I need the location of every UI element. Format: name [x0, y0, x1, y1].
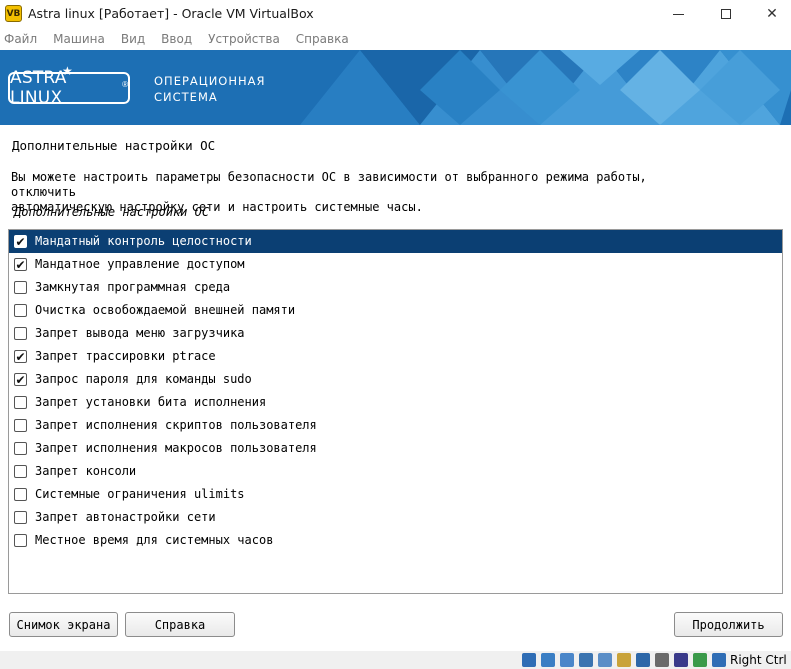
option-label: Запрет установки бита исполнения	[35, 395, 267, 409]
option-label: Запрет автонастройки сети	[35, 510, 216, 524]
checkmark-icon: ✔	[15, 349, 26, 364]
hdd-icon[interactable]	[522, 653, 536, 667]
menu-input[interactable]: Ввод	[161, 32, 192, 46]
window-titlebar: VB Astra linux [Работает] - Oracle VM Vi…	[0, 0, 791, 28]
continue-button[interactable]: Продолжить	[674, 612, 783, 637]
option-label: Запрет трассировки ptrace	[35, 349, 216, 363]
option-checkbox[interactable]: ✔	[14, 350, 27, 363]
logo-star-icon: ★	[62, 64, 73, 78]
option-row[interactable]: Запрет исполнения скриптов пользователя	[9, 414, 782, 437]
option-checkbox[interactable]	[14, 534, 27, 547]
option-checkbox[interactable]	[14, 511, 27, 524]
option-row[interactable]: Замкнутая программная среда	[9, 276, 782, 299]
astra-banner: ASTRA LINUX ® ★ ОПЕРАЦИОННАЯ СИСТЕМА	[0, 50, 791, 125]
option-checkbox[interactable]: ✔	[14, 235, 27, 248]
option-label: Мандатное управление доступом	[35, 257, 245, 271]
vm-statusbar: Right Ctrl	[0, 651, 791, 669]
option-checkbox[interactable]	[14, 442, 27, 455]
option-label: Запрос пароля для команды sudo	[35, 372, 252, 386]
minimize-button[interactable]	[655, 0, 701, 28]
checkmark-icon: ✔	[15, 234, 26, 249]
option-label: Системные ограничения ulimits	[35, 487, 245, 501]
registered-mark: ®	[122, 80, 128, 89]
option-row[interactable]: Очистка освобождаемой внешней памяти	[9, 299, 782, 322]
option-row[interactable]: Системные ограничения ulimits	[9, 483, 782, 506]
close-icon: ✕	[766, 6, 778, 22]
page-title: Дополнительные настройки ОС	[12, 138, 216, 153]
menu-bar: Файл Машина Вид Ввод Устройства Справка	[0, 28, 791, 50]
maximize-icon	[721, 9, 731, 19]
menu-machine[interactable]: Машина	[53, 32, 105, 46]
option-row[interactable]: Запрет вывода меню загрузчика	[9, 322, 782, 345]
usb-icon[interactable]	[598, 653, 612, 667]
option-checkbox[interactable]: ✔	[14, 373, 27, 386]
list-caption: Дополнительные настройки ОС	[14, 205, 210, 219]
option-label: Запрет консоли	[35, 464, 137, 478]
option-row[interactable]: ✔ Мандатное управление доступом	[9, 253, 782, 276]
network-icon[interactable]	[579, 653, 593, 667]
option-checkbox[interactable]: ✔	[14, 258, 27, 271]
option-checkbox[interactable]	[14, 281, 27, 294]
option-checkbox[interactable]	[14, 327, 27, 340]
virtualbox-app-icon: VB	[5, 5, 22, 22]
menu-file[interactable]: Файл	[4, 32, 37, 46]
close-button[interactable]: ✕	[749, 0, 791, 28]
option-checkbox[interactable]	[14, 304, 27, 317]
display-icon[interactable]	[636, 653, 650, 667]
option-label: Очистка освобождаемой внешней памяти	[35, 303, 296, 317]
banner-subtitle: ОПЕРАЦИОННАЯ СИСТЕМА	[154, 74, 266, 104]
option-row[interactable]: Местное время для системных часов	[9, 529, 782, 552]
option-row[interactable]: ✔ Запрос пароля для команды sudo	[9, 368, 782, 391]
menu-help[interactable]: Справка	[296, 32, 349, 46]
option-label: Запрет исполнения макросов пользователя	[35, 441, 317, 455]
keyboard-icon[interactable]	[712, 653, 726, 667]
option-checkbox[interactable]	[14, 419, 27, 432]
option-checkbox[interactable]	[14, 488, 27, 501]
option-row[interactable]: Запрет установки бита исполнения	[9, 391, 782, 414]
recording-icon[interactable]	[655, 653, 669, 667]
option-label: Запрет исполнения скриптов пользователя	[35, 418, 317, 432]
option-checkbox[interactable]	[14, 396, 27, 409]
help-button[interactable]: Справка	[125, 612, 235, 637]
menu-view[interactable]: Вид	[121, 32, 145, 46]
audio-icon[interactable]	[560, 653, 574, 667]
mouse-integration-icon[interactable]	[693, 653, 707, 667]
maximize-button[interactable]	[703, 0, 749, 28]
option-label: Мандатный контроль целостности	[35, 234, 252, 248]
option-row[interactable]: Запрет автонастройки сети	[9, 506, 782, 529]
screenshot-button[interactable]: Снимок экрана	[9, 612, 118, 637]
option-checkbox[interactable]	[14, 465, 27, 478]
option-row[interactable]: Запрет консоли	[9, 460, 782, 483]
option-row[interactable]: ✔ Запрет трассировки ptrace	[9, 345, 782, 368]
window-title: Astra linux [Работает] - Oracle VM Virtu…	[28, 6, 314, 21]
cpu-icon[interactable]	[674, 653, 688, 667]
minimize-icon	[672, 13, 684, 15]
option-label: Замкнутая программная среда	[35, 280, 231, 294]
menu-devices[interactable]: Устройства	[208, 32, 280, 46]
shared-folders-icon[interactable]	[617, 653, 631, 667]
optical-drive-icon[interactable]	[541, 653, 555, 667]
options-list[interactable]: ✔ Мандатный контроль целостности ✔ Мандатно…	[8, 229, 783, 594]
option-label: Местное время для системных часов	[35, 533, 274, 547]
option-row[interactable]: ✔ Мандатный контроль целостности	[9, 230, 782, 253]
checkmark-icon: ✔	[15, 257, 26, 272]
option-row[interactable]: Запрет исполнения макросов пользователя	[9, 437, 782, 460]
host-key-label: Right Ctrl	[730, 653, 787, 667]
checkmark-icon: ✔	[15, 372, 26, 387]
option-label: Запрет вывода меню загрузчика	[35, 326, 245, 340]
